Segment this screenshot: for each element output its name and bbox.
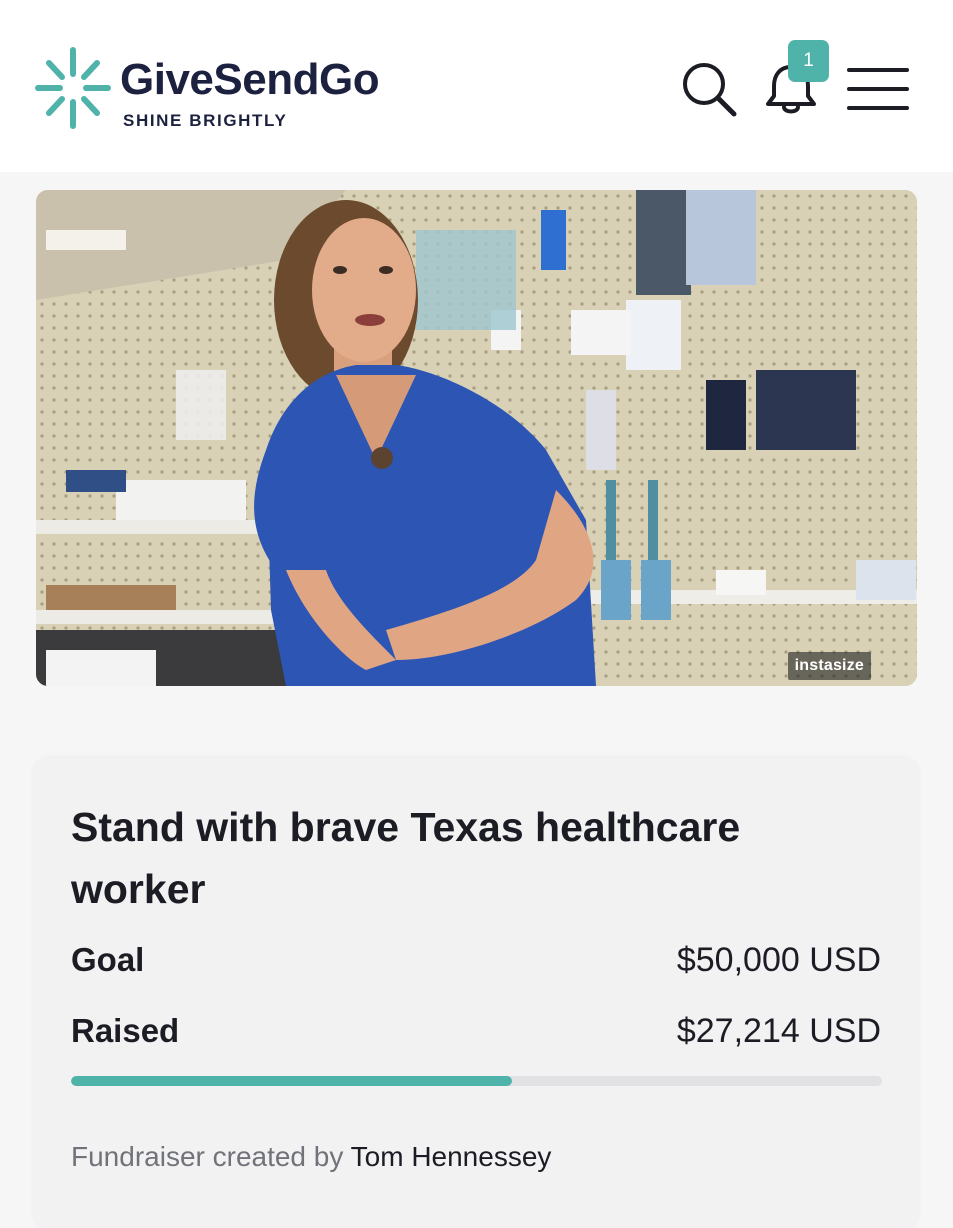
logo-tagline: SHINE BRIGHTLY bbox=[123, 111, 288, 130]
campaign-hero-image: instasize bbox=[36, 190, 917, 686]
creator-name-link[interactable]: Tom Hennessey bbox=[351, 1141, 552, 1172]
goal-label: Goal bbox=[71, 941, 145, 978]
fundraising-progress-bar bbox=[71, 1076, 882, 1086]
hero-photo-illustration bbox=[36, 190, 917, 686]
creator-line: Fundraiser created by Tom Hennessey bbox=[71, 1141, 551, 1173]
goal-amount: $50,000 USD bbox=[676, 941, 881, 979]
campaign-title: Stand with brave Texas healthcare worker bbox=[71, 804, 741, 912]
creator-prefix: Fundraiser created by bbox=[71, 1141, 344, 1172]
notification-badge[interactable]: 1 bbox=[788, 40, 829, 82]
instasize-watermark: instasize bbox=[787, 652, 871, 680]
raised-amount: $27,214 USD bbox=[676, 1012, 881, 1050]
progress-fill bbox=[71, 1076, 513, 1086]
search-icon[interactable] bbox=[680, 60, 738, 118]
givesendgo-logo[interactable]: GiveSendGo SHINE BRIGHTLY bbox=[34, 46, 434, 132]
logo-mark-icon bbox=[35, 47, 111, 129]
logo-wordmark: GiveSendGo bbox=[120, 55, 380, 104]
top-bar: GiveSendGo SHINE BRIGHTLY 1 bbox=[0, 0, 953, 172]
hamburger-menu-icon[interactable] bbox=[846, 66, 910, 112]
campaign-summary-card: Stand with brave Texas healthcare worker… bbox=[34, 758, 918, 1228]
raised-label: Raised bbox=[71, 1012, 180, 1049]
